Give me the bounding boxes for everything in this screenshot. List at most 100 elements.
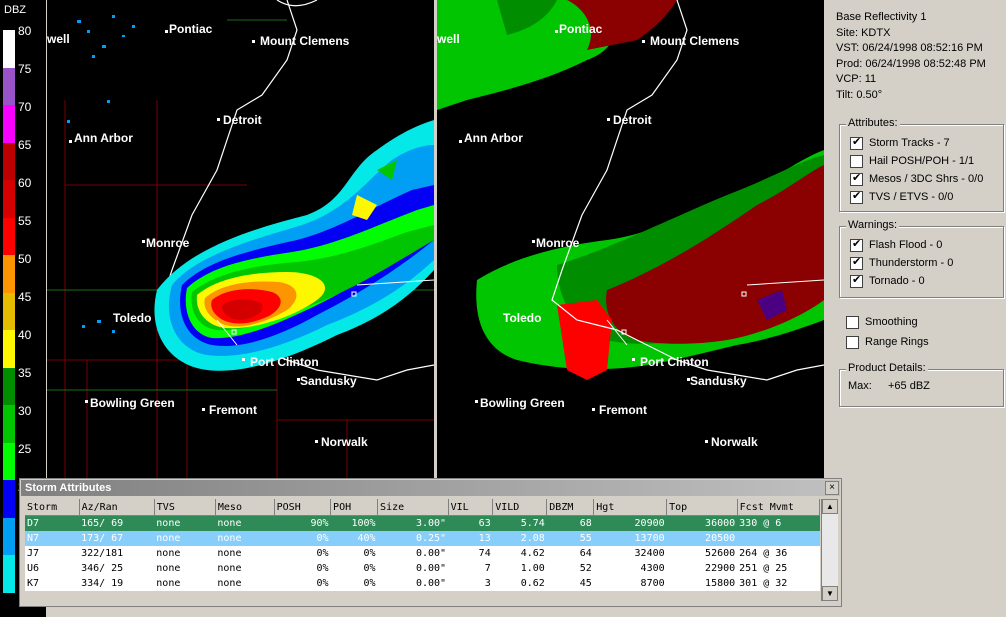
- column-header[interactable]: Az/Ran: [79, 499, 155, 516]
- display-options: Smoothing Range Rings: [836, 312, 1004, 357]
- city-label: Toledo: [113, 311, 152, 325]
- city-dot: [142, 240, 145, 243]
- checkbox-option[interactable]: Smoothing: [846, 314, 918, 330]
- checkbox-option[interactable]: Mesos / 3DC Shrs - 0/0: [850, 171, 983, 187]
- table-cell: none: [215, 515, 275, 531]
- scale-tick-label: 40: [18, 328, 32, 342]
- close-button[interactable]: ×: [825, 481, 839, 495]
- city-dot: [165, 30, 168, 33]
- checkbox-label: Smoothing: [865, 316, 918, 328]
- checkbox-icon[interactable]: [850, 273, 863, 288]
- checkbox-icon[interactable]: [850, 237, 863, 252]
- column-header[interactable]: Hgt: [593, 499, 668, 516]
- scale-swatch: [3, 217, 15, 255]
- column-header[interactable]: VIL: [448, 499, 494, 516]
- max-value: +65 dBZ: [888, 380, 930, 392]
- table-cell: none: [156, 563, 181, 574]
- scale-swatch: [3, 367, 15, 405]
- city-dot: [475, 400, 478, 403]
- column-header[interactable]: TVS: [154, 499, 216, 516]
- scale-swatch: [3, 30, 15, 68]
- scale-swatch: [3, 142, 15, 180]
- city-dot: [85, 400, 88, 403]
- scroll-up-icon[interactable]: ▲: [822, 499, 838, 514]
- product-name: Base Reflectivity 1: [836, 11, 927, 23]
- table-cell: 173/ 67: [79, 531, 155, 546]
- table-cell: 0%: [363, 578, 376, 589]
- city-dot: [69, 140, 72, 143]
- checkbox-icon[interactable]: [846, 335, 859, 349]
- checkbox-option[interactable]: Flash Flood - 0: [850, 237, 942, 253]
- table-cell: 90%: [274, 515, 331, 531]
- scale-swatch: [3, 480, 15, 518]
- table-cell: U6: [27, 563, 40, 574]
- table-cell: K7: [27, 578, 40, 589]
- column-header[interactable]: POH: [330, 499, 379, 516]
- site-text: Site: KDTX: [836, 26, 891, 39]
- column-header[interactable]: Top: [666, 499, 738, 516]
- table-row[interactable]: D7 165/ 69 none none 90% 100% 3.00" 63 5.74 68 209…: [25, 515, 820, 531]
- checkbox-option[interactable]: Thunderstorm - 0: [850, 255, 953, 271]
- tilt-text: Tilt: 0.50°: [836, 88, 883, 101]
- checkbox-icon[interactable]: [846, 315, 859, 329]
- checkbox-option[interactable]: Storm Tracks - 7: [850, 135, 950, 151]
- table-cell: 8700: [640, 578, 665, 589]
- city-label: Sandusky: [300, 374, 357, 388]
- table-cell: 0%: [316, 563, 329, 574]
- checkbox-icon[interactable]: [850, 154, 863, 168]
- column-header[interactable]: POSH: [274, 499, 332, 516]
- storm-attributes-titlebar[interactable]: Storm Attributes: [21, 480, 840, 496]
- city-label: Sandusky: [690, 374, 747, 388]
- table-cell: none: [154, 515, 216, 531]
- table-row[interactable]: N7 173/ 67 none none 0% 40% 0.25" 13 2.08 55 13700…: [25, 531, 820, 546]
- checkbox-icon[interactable]: [850, 255, 863, 270]
- reflectivity-map-panel[interactable]: well Pontiac Mount Clemens Ann Arbor Detroit…: [47, 0, 434, 490]
- checkbox-icon[interactable]: [850, 189, 863, 204]
- city-label: Mount Clemens: [650, 34, 740, 48]
- table-cell: 32400: [634, 548, 665, 559]
- checkbox-label: Flash Flood - 0: [869, 239, 943, 251]
- table-row[interactable]: K7 334/ 19 none none 0% 0% 0.00" 3 0.62 45 8700 158…: [25, 576, 820, 591]
- city-dot: [687, 378, 690, 381]
- vertical-scrollbar[interactable]: ▲ ▼: [821, 499, 838, 601]
- checkbox-option[interactable]: TVS / ETVS - 0/0: [850, 189, 953, 205]
- table-row[interactable]: J7 322/181 none none 0% 0% 0.00" 74 4.62 64 32400 5…: [25, 546, 820, 561]
- city-label: Norwalk: [711, 435, 758, 449]
- scale-tick-label: 30: [18, 404, 32, 418]
- table-cell: 22900: [705, 563, 736, 574]
- checkbox-label: Hail POSH/POH - 1/1: [869, 155, 975, 167]
- table-cell: 45: [579, 578, 592, 589]
- table-cell: 0.00": [415, 578, 447, 589]
- column-header[interactable]: VILD: [492, 499, 548, 516]
- scale-swatch: [3, 105, 15, 143]
- vst-text: VST: 06/24/1998 08:52:16 PM: [836, 42, 983, 54]
- reflectivity-echo: [154, 120, 434, 371]
- city-dot: [297, 378, 300, 381]
- scroll-down-icon[interactable]: ▼: [822, 586, 838, 601]
- column-header[interactable]: Meso: [215, 499, 275, 516]
- column-header[interactable]: DBZM: [546, 499, 595, 516]
- checkbox-option[interactable]: Hail POSH/POH - 1/1: [850, 153, 974, 169]
- table-cell: 20900: [593, 515, 667, 531]
- table-cell: 334/ 19: [81, 578, 124, 589]
- scale-swatch: [3, 255, 15, 293]
- velocity-map-panel[interactable]: well Pontiac Mount Clemens Ann Arbor Detroit…: [437, 0, 824, 490]
- scale-tick-label: 55: [18, 214, 32, 228]
- checkbox-option[interactable]: Range Rings: [846, 334, 929, 350]
- column-header[interactable]: Fcst Mvmt: [737, 499, 821, 516]
- table-cell: 52600: [705, 548, 736, 559]
- table-cell: 0.62: [520, 578, 545, 589]
- checkbox-icon[interactable]: [850, 171, 863, 186]
- table-row[interactable]: U6 346/ 25 none none 0% 0% 0.00" 7 1.00 52 4300 229…: [25, 561, 820, 576]
- checkbox-option[interactable]: Tornado - 0: [850, 273, 925, 289]
- city-label: Bowling Green: [90, 396, 175, 410]
- checkbox-icon[interactable]: [850, 135, 863, 150]
- city-label: Ann Arbor: [74, 131, 133, 145]
- column-header[interactable]: Storm: [25, 499, 80, 516]
- scale-swatch: [3, 442, 15, 480]
- table-cell: 20500: [666, 531, 738, 546]
- table-cell: none: [156, 548, 181, 559]
- table-cell: J7: [27, 548, 40, 559]
- column-header[interactable]: Size: [377, 499, 449, 516]
- table-cell: 165/ 69: [79, 515, 155, 531]
